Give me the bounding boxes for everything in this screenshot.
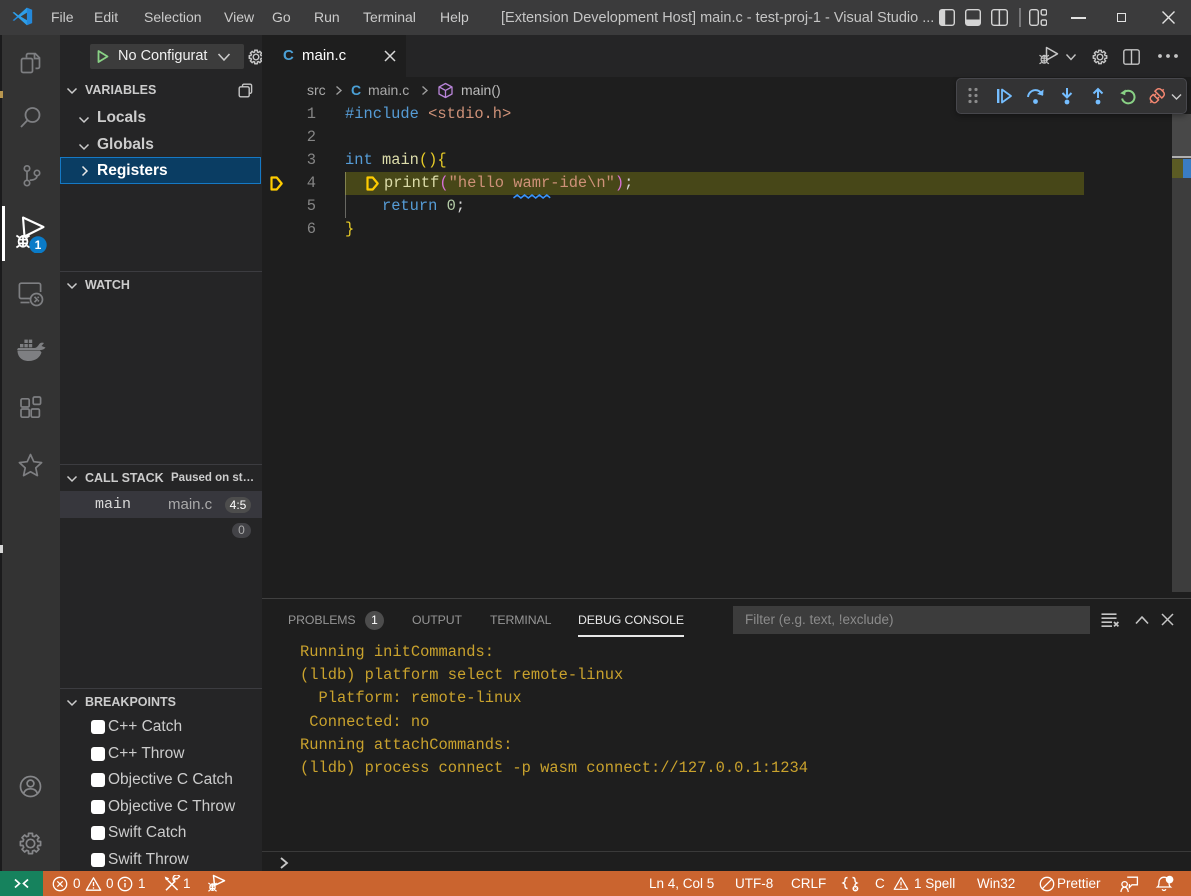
svg-text:1: 1: [35, 238, 42, 252]
